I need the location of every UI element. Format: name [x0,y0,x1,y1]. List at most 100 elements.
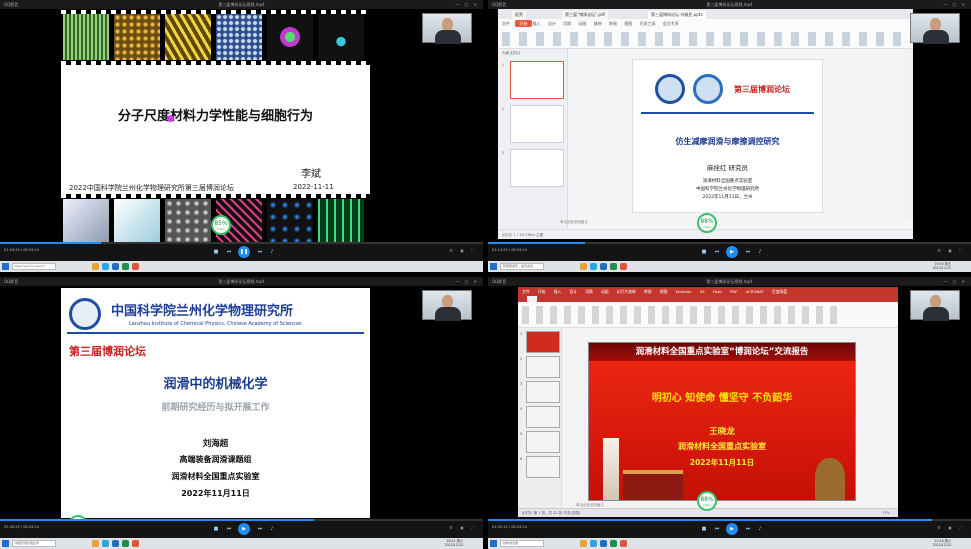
ribbon-tabs[interactable]: 文件 开始 插入 设计 切换 动画 幻灯片放映 审阅 视图 Endnote X9… [518,287,898,302]
slide-subtitle: 前期研究经历与拟开展工作 [161,403,270,413]
excel-icon[interactable] [122,263,129,270]
tiananmen-image [623,470,683,500]
excel-icon[interactable] [610,540,617,547]
window-title: 第三届博润论坛视频.mp4 [218,2,265,7]
stop-icon[interactable]: ■ [700,248,708,256]
stop-icon[interactable]: ■ [700,525,708,533]
previous-icon[interactable]: ⏮ [713,525,721,533]
player-controls: 05:36:29 / 06:03:24 ■ ⏮ ▶ ⏭ ♪ ⚙ ▣ ⛶ [0,519,483,538]
slide-thumbnail[interactable] [526,456,560,478]
taskbar-item[interactable]: 阿里斯塔页 - 稻壳会员 [500,263,544,270]
ribbon-tools[interactable] [502,32,909,46]
previous-icon[interactable]: ⏮ [225,525,233,533]
webcam-thumbnail[interactable] [910,290,960,321]
vertical-scrollbar[interactable] [905,49,913,219]
word-icon[interactable] [600,540,607,547]
play-icon[interactable]: ▶ [238,523,250,535]
webcam-thumbnail[interactable] [910,13,960,44]
webcam-thumbnail[interactable] [422,290,472,321]
folder-icon[interactable] [580,540,587,547]
volume-icon[interactable]: ♪ [756,525,764,533]
ppt-icon[interactable] [620,263,627,270]
browser-icon[interactable] [590,540,597,547]
notes-placeholder[interactable]: 单击此处添加备注 [560,220,588,225]
file-tab-3[interactable]: 第三届博润论坛-刘维民.pptx [648,11,706,19]
network-speed-badge: 88% 0.6k/s [697,491,717,511]
next-icon[interactable]: ⏭ [744,248,752,256]
browser-icon[interactable] [102,540,109,547]
side-tabs[interactable]: 大纲 幻灯片 [502,51,521,56]
windows-start-icon[interactable] [490,540,497,547]
slide-thumbnail[interactable] [510,149,564,187]
file-tab-1[interactable]: 稻壳 [512,11,526,19]
play-icon[interactable]: ▶ [726,523,738,535]
excel-icon[interactable] [610,263,617,270]
next-icon[interactable]: ⏭ [256,248,264,256]
folder-icon[interactable] [92,263,99,270]
webcam-thumbnail[interactable] [422,13,472,44]
taskbar-search[interactable]: Type here to search [12,263,56,270]
slide-date: 2022年11月11日 [689,458,755,467]
video-panel-1: QQ影音 第三届博润论坛视频.mp4 — ▢ ✕ 分子尺度材料力学性能与细胞行为 [0,0,483,272]
windows-start-icon[interactable] [2,540,9,547]
folder-icon[interactable] [92,540,99,547]
player-extra-icons[interactable]: ⚙ ▣ ⛶ [449,248,477,253]
ribbon-menu[interactable]: 文件 开始 插入 设计 切换 动画 幻灯片放映 审阅 视图 Endnote X9… [522,289,787,294]
slide-thumbnail[interactable] [526,331,560,353]
slide-title: 分子尺度材料力学性能与细胞行为 [117,109,313,124]
word-icon[interactable] [112,263,119,270]
slide-thumbnail[interactable] [510,105,564,143]
windows-start-icon[interactable] [490,263,497,270]
window-controls[interactable]: — ▢ ✕ [455,0,479,9]
progress-bar[interactable] [0,242,483,244]
ppt-icon[interactable] [132,540,139,547]
taskbar-icons [580,263,627,270]
ppt-icon[interactable] [620,540,627,547]
next-icon[interactable]: ⏭ [744,525,752,533]
pause-icon[interactable]: ❚❚ [238,246,250,258]
player-extra-icons[interactable]: ⚙ ▣ ⛶ [449,525,477,530]
windows-start-icon[interactable] [2,263,9,270]
slide-thumbnail[interactable] [510,61,564,99]
ppt-icon[interactable] [132,263,139,270]
badge-speed: 0.6k/s [703,504,711,507]
player-extra-icons[interactable]: ⚙ ▣ ⛶ [937,248,965,253]
ribbon-start-tab[interactable]: 开始 [515,20,532,27]
slide-thumbnail[interactable] [526,356,560,378]
video-panel-2: QQ影音 第三届博润论坛视频.mp4 — ▢ ✕ 稻壳 第三届“博润论坛”.pd… [488,0,971,272]
slide-banner: 润滑材料全国重点实验室“博润论坛”交流报告 [589,343,855,361]
next-icon[interactable]: ⏭ [256,525,264,533]
taskbar: Type here to search [0,261,483,272]
progress-bar[interactable] [488,519,971,521]
progress-bar[interactable] [0,519,483,521]
slide-thumbnail[interactable] [526,406,560,428]
badge-value: 88 [700,496,708,503]
taskbar-item[interactable]: 搜狗浏览器 [500,540,544,547]
slide-panel: 大纲 幻灯片 1 2 3 [498,49,568,229]
stop-icon[interactable]: ■ [212,525,220,533]
previous-icon[interactable]: ⏮ [713,248,721,256]
slide-thumbnail[interactable] [526,381,560,403]
browser-icon[interactable] [102,263,109,270]
window-controls[interactable]: — ▢ ✕ [943,0,967,9]
window-controls[interactable]: — ▢ ✕ [455,277,479,286]
file-tab-2[interactable]: 第三届“博润论坛”.pdf [562,11,608,19]
slide-thumbnail[interactable] [526,431,560,453]
browser-icon[interactable] [590,263,597,270]
previous-icon[interactable]: ⏮ [225,248,233,256]
word-icon[interactable] [112,540,119,547]
progress-bar[interactable] [488,242,971,244]
folder-icon[interactable] [580,263,587,270]
volume-icon[interactable]: ♪ [268,248,276,256]
taskbar-item[interactable]: 中国高层管理业界 [12,540,56,547]
stop-icon[interactable]: ■ [212,248,220,256]
ribbon-tools[interactable] [522,306,838,324]
excel-icon[interactable] [122,540,129,547]
volume-icon[interactable]: ♪ [756,248,764,256]
play-icon[interactable]: ▶ [726,246,738,258]
player-extra-icons[interactable]: ⚙ ▣ ⛶ [937,525,965,530]
zoom-level[interactable]: 77% [882,509,890,518]
word-icon[interactable] [600,263,607,270]
window-controls[interactable]: — ▢ ✕ [943,277,967,286]
volume-icon[interactable]: ♪ [268,525,276,533]
